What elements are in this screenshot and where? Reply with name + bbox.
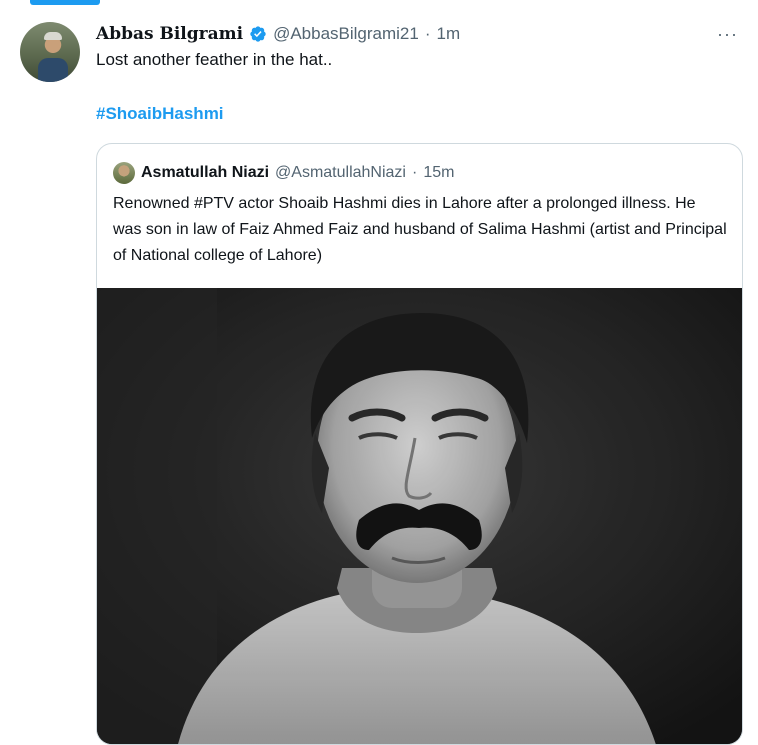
portrait-photo xyxy=(97,288,742,744)
timestamp[interactable]: 1m xyxy=(437,24,461,44)
quoted-tweet-text: Renowned #PTV actor Shoaib Hashmi dies i… xyxy=(113,195,727,264)
tweet-text: Lost another feather in the hat.. xyxy=(96,50,333,69)
quoted-separator-dot: · xyxy=(411,164,418,181)
display-name[interactable]: Abbas Bilgrami xyxy=(96,24,243,44)
handle[interactable]: @AbbasBilgrami21 xyxy=(273,24,419,44)
separator-dot: · xyxy=(424,24,431,43)
quoted-tweet-header: Asmatullah Niazi @AsmatullahNiazi · 15m xyxy=(113,162,454,184)
avatar-hair xyxy=(44,32,62,40)
verified-badge-icon xyxy=(250,26,266,42)
tweet[interactable]: Abbas Bilgrami @AbbasBilgrami21 · 1m ···… xyxy=(0,0,758,745)
quoted-display-name[interactable]: Asmatullah Niazi xyxy=(141,164,269,182)
quoted-tweet-photo[interactable] xyxy=(97,288,742,744)
hashtag-link[interactable]: #ShoaibHashmi xyxy=(96,104,224,124)
avatar-shirt xyxy=(38,58,68,82)
avatar[interactable] xyxy=(20,22,80,82)
quoted-avatar[interactable] xyxy=(113,162,135,184)
quoted-handle[interactable]: @AsmatullahNiazi xyxy=(275,164,406,182)
quoted-timestamp[interactable]: 15m xyxy=(423,164,454,182)
more-options-icon[interactable]: ··· xyxy=(717,24,738,45)
tweet-header: Abbas Bilgrami @AbbasBilgrami21 · 1m xyxy=(96,24,460,44)
quoted-tweet[interactable]: Asmatullah Niazi @AsmatullahNiazi · 15m … xyxy=(96,143,743,745)
